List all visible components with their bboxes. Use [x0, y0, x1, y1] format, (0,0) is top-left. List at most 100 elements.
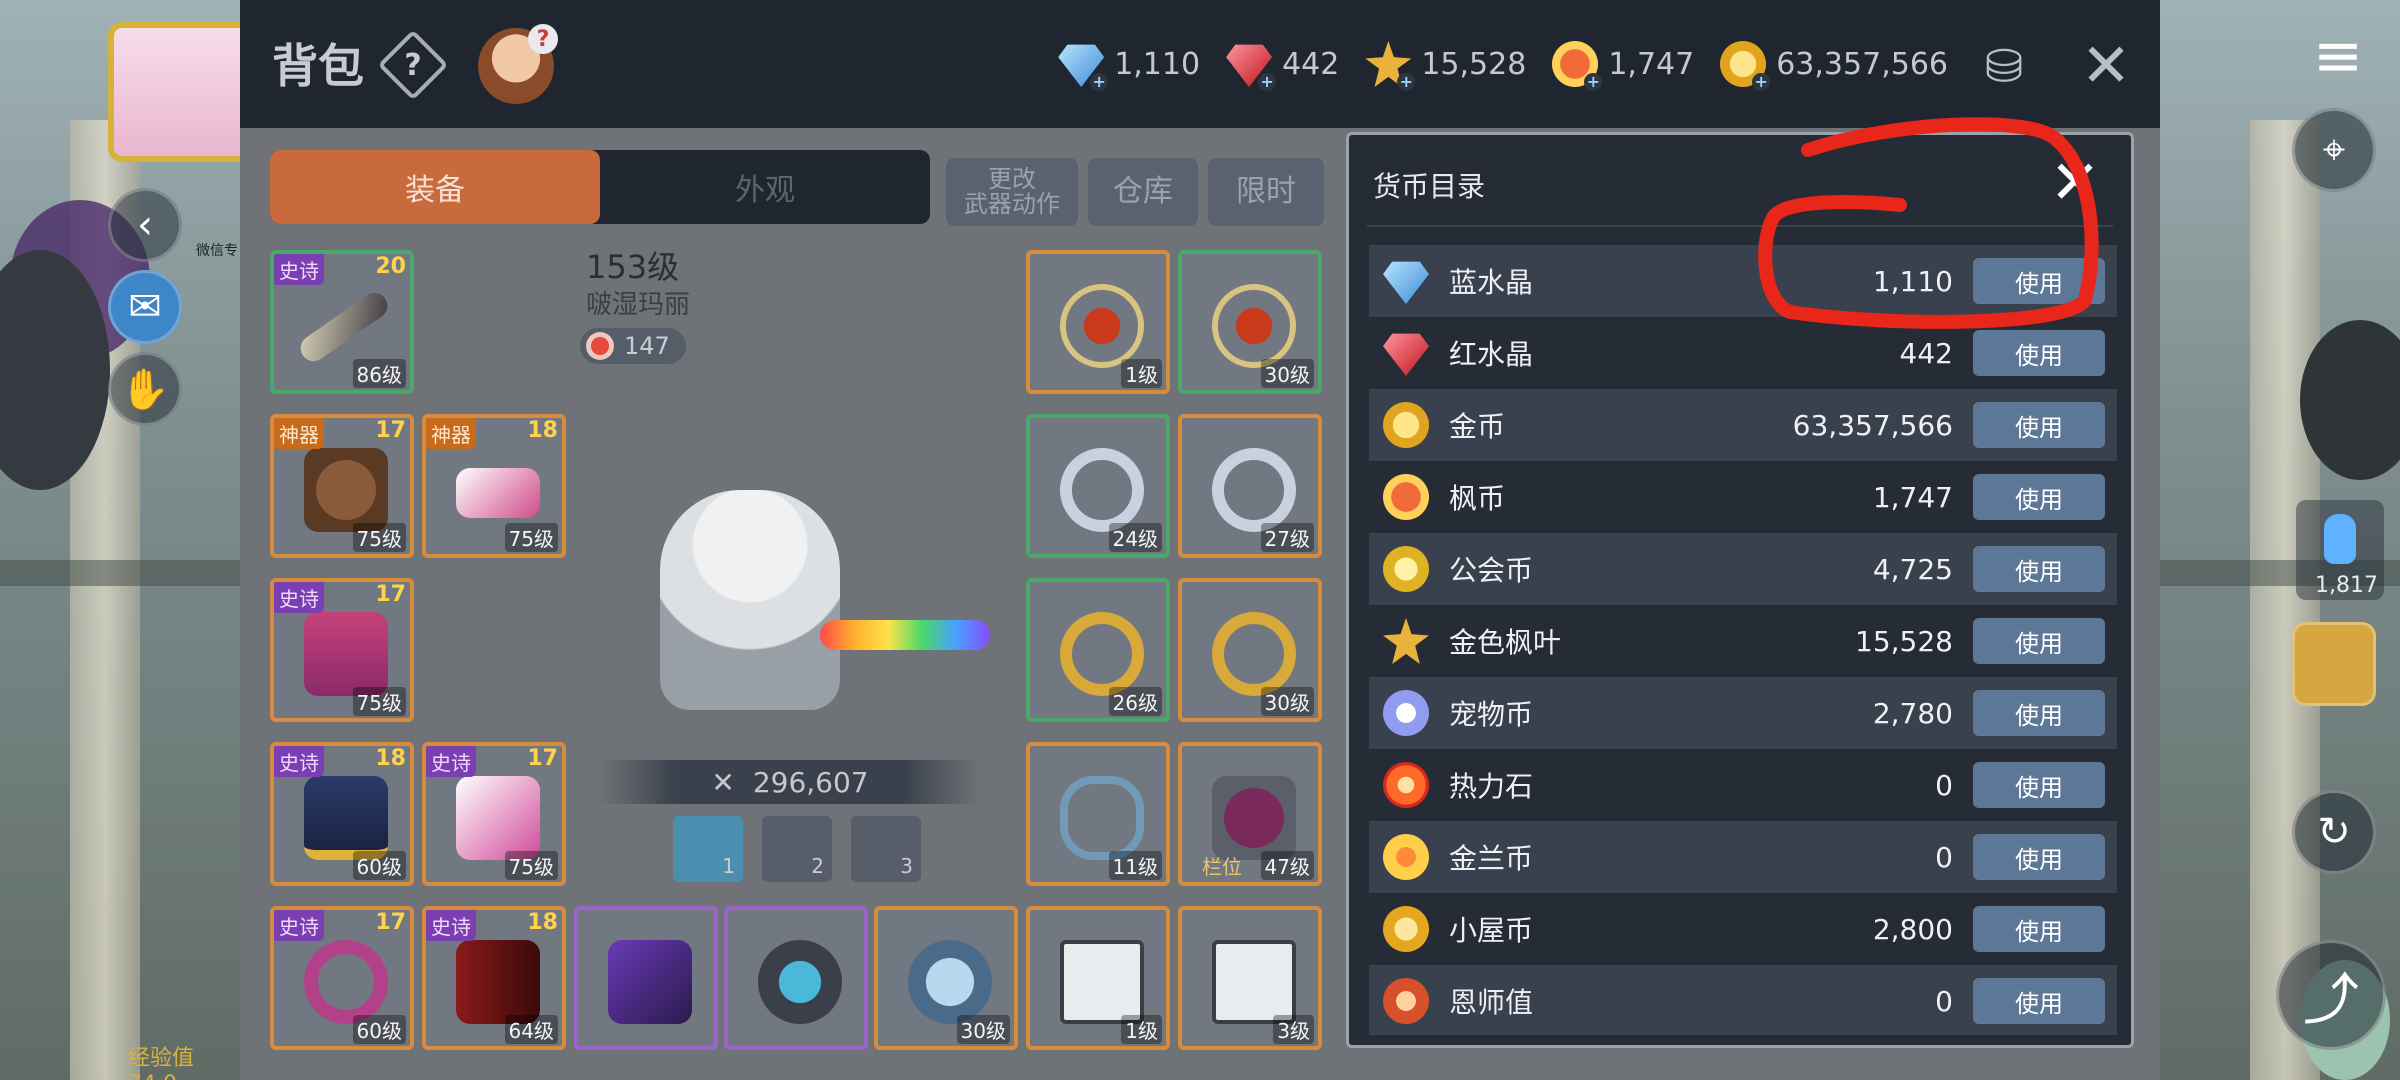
equip-slot-ring-1[interactable]: 24级: [1026, 414, 1170, 558]
character-face-icon[interactable]: ?: [478, 24, 558, 104]
help-symbol: ?: [404, 47, 422, 83]
wechat-label: 微信专: [196, 243, 238, 259]
equip-slot-emblem[interactable]: 30级: [874, 906, 1018, 1050]
list-item: 金兰币 0 使用: [1369, 821, 2117, 893]
equip-slot-hat[interactable]: 史诗 18 60级: [270, 742, 414, 886]
player-avatar[interactable]: [108, 22, 258, 162]
currency-blue-crystal[interactable]: + 1,110: [1058, 41, 1200, 91]
star-force: 17: [375, 418, 406, 443]
list-item: 公会币 4,725 使用: [1369, 533, 2117, 605]
equip-slot-face[interactable]: 神器 17 75级: [270, 414, 414, 558]
currency-value: 1,747: [1608, 46, 1695, 82]
item-level: 60级: [352, 1015, 406, 1044]
jump-icon[interactable]: ⤴: [2276, 940, 2386, 1050]
divider: [1367, 225, 2113, 227]
currency-amount: 0: [1935, 840, 1953, 874]
use-button[interactable]: 使用: [1973, 618, 2105, 664]
equip-slot-book[interactable]: [574, 906, 718, 1050]
currency-name: 红水晶: [1449, 338, 1534, 371]
item-level: 64级: [504, 1015, 558, 1044]
currency-search-icon[interactable]: ⛁: [1968, 30, 2040, 102]
right-hud: ≡ ⌖ 1,817 ↻ ⤴: [2240, 0, 2400, 1080]
map-pin-icon[interactable]: ⌖: [2292, 108, 2376, 192]
currency-meso[interactable]: + 63,357,566: [1720, 41, 1948, 91]
equip-slot-badge-2[interactable]: 3级: [1178, 906, 1322, 1050]
collapse-arrow-button[interactable]: ‹: [108, 188, 182, 262]
currency-maple-coin[interactable]: + 1,747: [1552, 41, 1695, 91]
equip-slot-pendant-1[interactable]: 1级: [1026, 250, 1170, 394]
heat-stone-icon: [1383, 762, 1429, 808]
mentor-point-icon: [1383, 978, 1429, 1024]
equip-slot-badge-1[interactable]: 1级: [1026, 906, 1170, 1050]
menu-icon[interactable]: ≡: [2296, 14, 2380, 98]
popup-close-button[interactable]: ✕: [2045, 148, 2105, 218]
amulet-icon: [758, 940, 842, 1024]
meso-coin-icon: [1383, 402, 1429, 448]
scroll-quest-icon[interactable]: ✉: [108, 270, 182, 344]
limited-button[interactable]: 限时: [1208, 158, 1324, 226]
equip-slot-pants[interactable]: 史诗 18 64级: [422, 906, 566, 1050]
skill-quickslot[interactable]: [2292, 622, 2376, 706]
equip-slot-pocket[interactable]: 栏位 47级: [1178, 742, 1322, 886]
storage-button[interactable]: 仓库: [1088, 158, 1198, 226]
change-weapon-action-button[interactable]: 更改 武器动作: [946, 158, 1078, 226]
use-button[interactable]: 使用: [1973, 330, 2105, 376]
currency-name: 恩师值: [1449, 986, 1534, 1019]
list-item: 金币 63,357,566 使用: [1369, 389, 2117, 461]
close-window-button[interactable]: ✕: [2070, 30, 2142, 102]
rarity-tag: 史诗: [274, 910, 324, 941]
use-button[interactable]: 使用: [1973, 762, 2105, 808]
potion-count: 1,817: [2315, 573, 2378, 598]
use-button[interactable]: 使用: [1973, 258, 2105, 304]
equip-slot-cape[interactable]: 史诗 17 75级: [270, 578, 414, 722]
preset-number: 1: [722, 854, 735, 878]
use-button[interactable]: 使用: [1973, 834, 2105, 880]
equip-slot-weapon[interactable]: 史诗 20 86级: [270, 250, 414, 394]
robe-icon: [304, 612, 388, 696]
item-level: 86级: [352, 359, 406, 388]
use-button[interactable]: 使用: [1973, 474, 2105, 520]
equip-slot-ring-2[interactable]: 27级: [1178, 414, 1322, 558]
item-level: 75级: [352, 523, 406, 552]
maple-coin-icon: +: [1552, 41, 1603, 91]
preset-3-button[interactable]: 3: [851, 816, 921, 882]
handshake-icon[interactable]: ✋: [108, 352, 182, 426]
refresh-icon[interactable]: ↻: [2292, 790, 2376, 874]
mask-icon: [304, 448, 388, 532]
currency-gold-maple-leaf[interactable]: + 15,528: [1365, 41, 1526, 91]
inventory-tabs: 装备 外观: [270, 150, 930, 224]
help-icon[interactable]: ?: [377, 29, 449, 101]
list-item: 小屋币 2,800 使用: [1369, 893, 2117, 965]
gold-maple-leaf-icon: [1383, 618, 1429, 664]
item-level: 3级: [1273, 1015, 1314, 1044]
use-button[interactable]: 使用: [1973, 402, 2105, 448]
equip-slot-ring-4[interactable]: 30级: [1178, 578, 1322, 722]
list-item: 热力石 0 使用: [1369, 749, 2117, 821]
equip-slot-medal[interactable]: [724, 906, 868, 1050]
use-button[interactable]: 使用: [1973, 978, 2105, 1024]
currency-value: 63,357,566: [1776, 46, 1948, 82]
use-button[interactable]: 使用: [1973, 546, 2105, 592]
list-item: 枫币 1,747 使用: [1369, 461, 2117, 533]
tab-appearance[interactable]: 外观: [600, 150, 930, 224]
preset-2-button[interactable]: 2: [762, 816, 832, 882]
potion-quickslot[interactable]: 1,817: [2296, 500, 2384, 600]
earring-icon: [1060, 776, 1144, 860]
star-force: 20: [375, 254, 406, 279]
currency-red-crystal[interactable]: + 442: [1226, 41, 1339, 91]
combat-power: ✕ 296,607: [600, 760, 980, 804]
tab-equip[interactable]: 装备: [270, 150, 600, 224]
equip-slot-eye[interactable]: 神器 18 75级: [422, 414, 566, 558]
emblem-icon: [908, 940, 992, 1024]
equip-slot-earring[interactable]: 11级: [1026, 742, 1170, 886]
use-button[interactable]: 使用: [1973, 906, 2105, 952]
preset-1-button[interactable]: 1: [673, 816, 743, 882]
equip-slot-pendant-2[interactable]: 30级: [1178, 250, 1322, 394]
list-item: 恩师值 0 使用: [1369, 965, 2117, 1035]
equip-slot-shoes[interactable]: 史诗 17 75级: [422, 742, 566, 886]
equip-slot-ring-3[interactable]: 26级: [1026, 578, 1170, 722]
currency-list[interactable]: 蓝水晶 1,110 使用 红水晶 442 使用 金币 63,357,566 使用…: [1369, 245, 2117, 1035]
use-button[interactable]: 使用: [1973, 690, 2105, 736]
pendant-icon: [1060, 284, 1144, 368]
equip-slot-belt[interactable]: 史诗 17 60级: [270, 906, 414, 1050]
